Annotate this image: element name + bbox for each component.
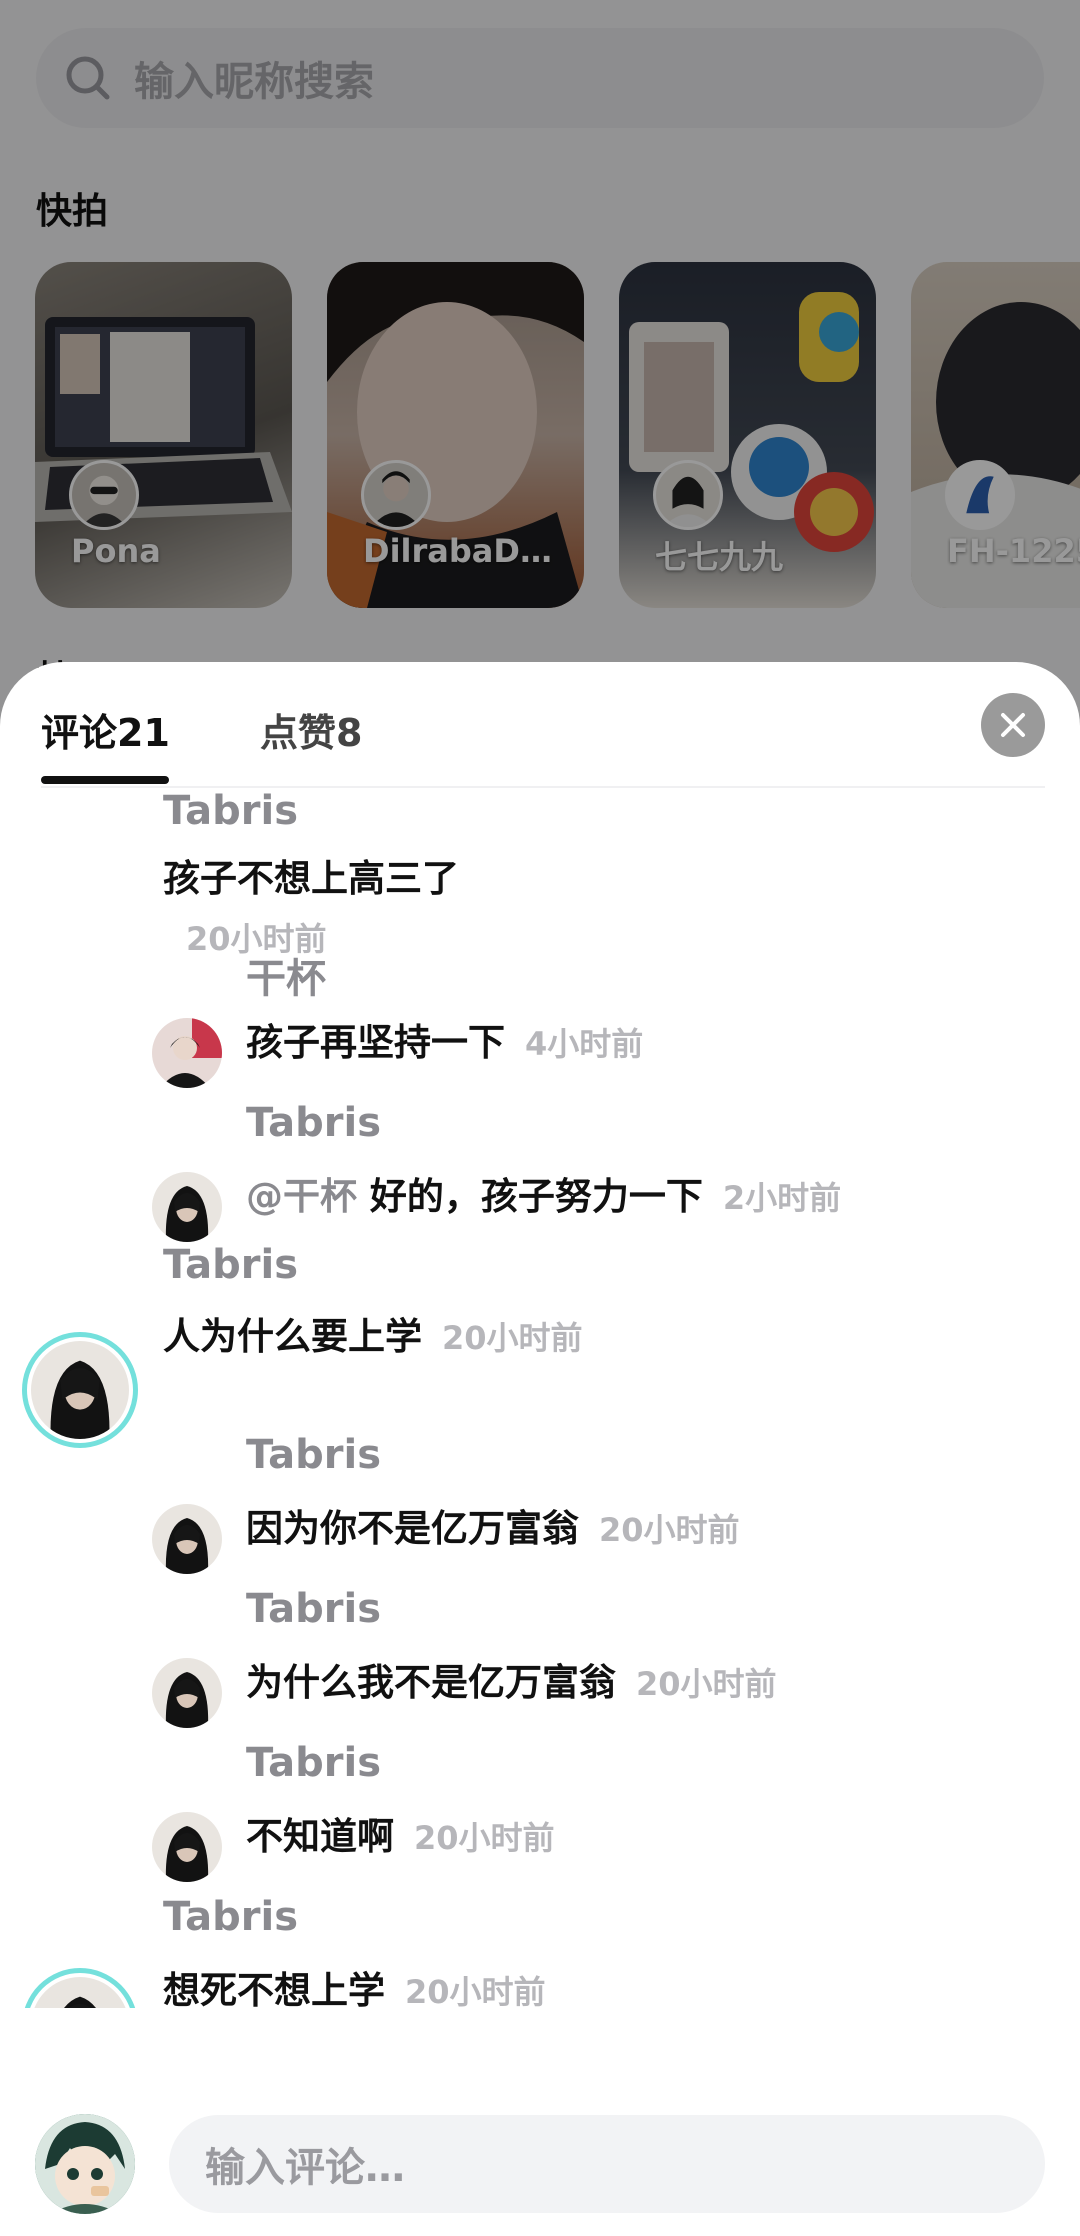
- comment-author[interactable]: Tabris: [246, 1586, 381, 1632]
- comment-author[interactable]: Tabris: [163, 1242, 298, 1288]
- comment-time: 20小时前: [405, 1973, 546, 2008]
- avatar[interactable]: [152, 1172, 222, 1242]
- comment-time: 20小时前: [636, 1665, 777, 1703]
- comment-text: 孩子再坚持一下 4小时前: [246, 1012, 643, 1066]
- comment-time: 20小时前: [414, 1819, 555, 1857]
- close-icon: [1001, 713, 1025, 737]
- close-button[interactable]: [981, 693, 1045, 757]
- comment-author[interactable]: Tabris: [163, 1894, 298, 1940]
- comment-text: 因为你不是亿万富翁 20小时前: [246, 1498, 740, 1552]
- comment-text: 孩子不想上高三了: [163, 857, 459, 900]
- comment-time: 20小时前: [599, 1511, 740, 1549]
- avatar[interactable]: [152, 1812, 222, 1882]
- comments-sheet: 评论21 点赞8 Tabris 孩子不想上高三了 20小时前 干杯 孩子再坚持一…: [0, 662, 1080, 2236]
- comment-author[interactable]: Tabris: [246, 1740, 381, 1786]
- dim-overlay[interactable]: [0, 0, 1080, 760]
- avatar[interactable]: [22, 1332, 138, 1448]
- comment-body: 想死不想上学: [163, 1969, 385, 2008]
- comment-text: 为什么我不是亿万富翁 20小时前: [246, 1652, 777, 1706]
- comment-text: 想死不想上学 20小时前: [163, 1960, 546, 2008]
- tab-indicator: [41, 776, 169, 784]
- comment-text: @干杯 好的，孩子努力一下 2小时前: [246, 1166, 841, 1220]
- avatar[interactable]: [152, 1658, 222, 1728]
- comment-time: 4小时前: [525, 1025, 644, 1063]
- comment-author[interactable]: Tabris: [246, 1432, 381, 1478]
- comment-body: 不知道啊: [246, 1815, 394, 1858]
- comment-input-bar: 输入评论…: [0, 2090, 1080, 2236]
- comment-time: 2小时前: [722, 1179, 842, 1217]
- my-avatar[interactable]: [35, 2114, 135, 2214]
- comment-author[interactable]: Tabris: [246, 1100, 381, 1146]
- comment-text: 人为什么要上学 20小时前: [163, 1306, 583, 1360]
- tab-comments[interactable]: 评论21: [41, 702, 170, 757]
- sheet-tabs: 评论21 点赞8: [0, 662, 1080, 788]
- comment-time: 20小时前: [442, 1319, 583, 1357]
- comment-input-placeholder: 输入评论…: [205, 2145, 405, 2191]
- comment-text: 不知道啊 20小时前: [246, 1806, 555, 1860]
- comment-input[interactable]: 输入评论…: [169, 2115, 1045, 2213]
- comment-body: 人为什么要上学: [163, 1315, 422, 1358]
- comment-mention[interactable]: @干杯: [246, 1175, 357, 1218]
- comment-body: 好的，孩子努力一下: [369, 1175, 703, 1218]
- comment-body: 孩子再坚持一下: [246, 1021, 505, 1064]
- tab-likes[interactable]: 点赞8: [260, 702, 362, 757]
- comment-author[interactable]: 干杯: [246, 946, 326, 1004]
- comment-list[interactable]: Tabris 孩子不想上高三了 20小时前 干杯 孩子再坚持一下 4小时前 Tab…: [0, 788, 1080, 2008]
- comment-body: 为什么我不是亿万富翁: [246, 1661, 616, 1704]
- avatar[interactable]: [22, 1968, 138, 2008]
- comment-body: 因为你不是亿万富翁: [246, 1507, 579, 1550]
- comment-author[interactable]: Tabris: [163, 788, 298, 834]
- avatar[interactable]: [152, 1504, 222, 1574]
- avatar[interactable]: [152, 1018, 222, 1088]
